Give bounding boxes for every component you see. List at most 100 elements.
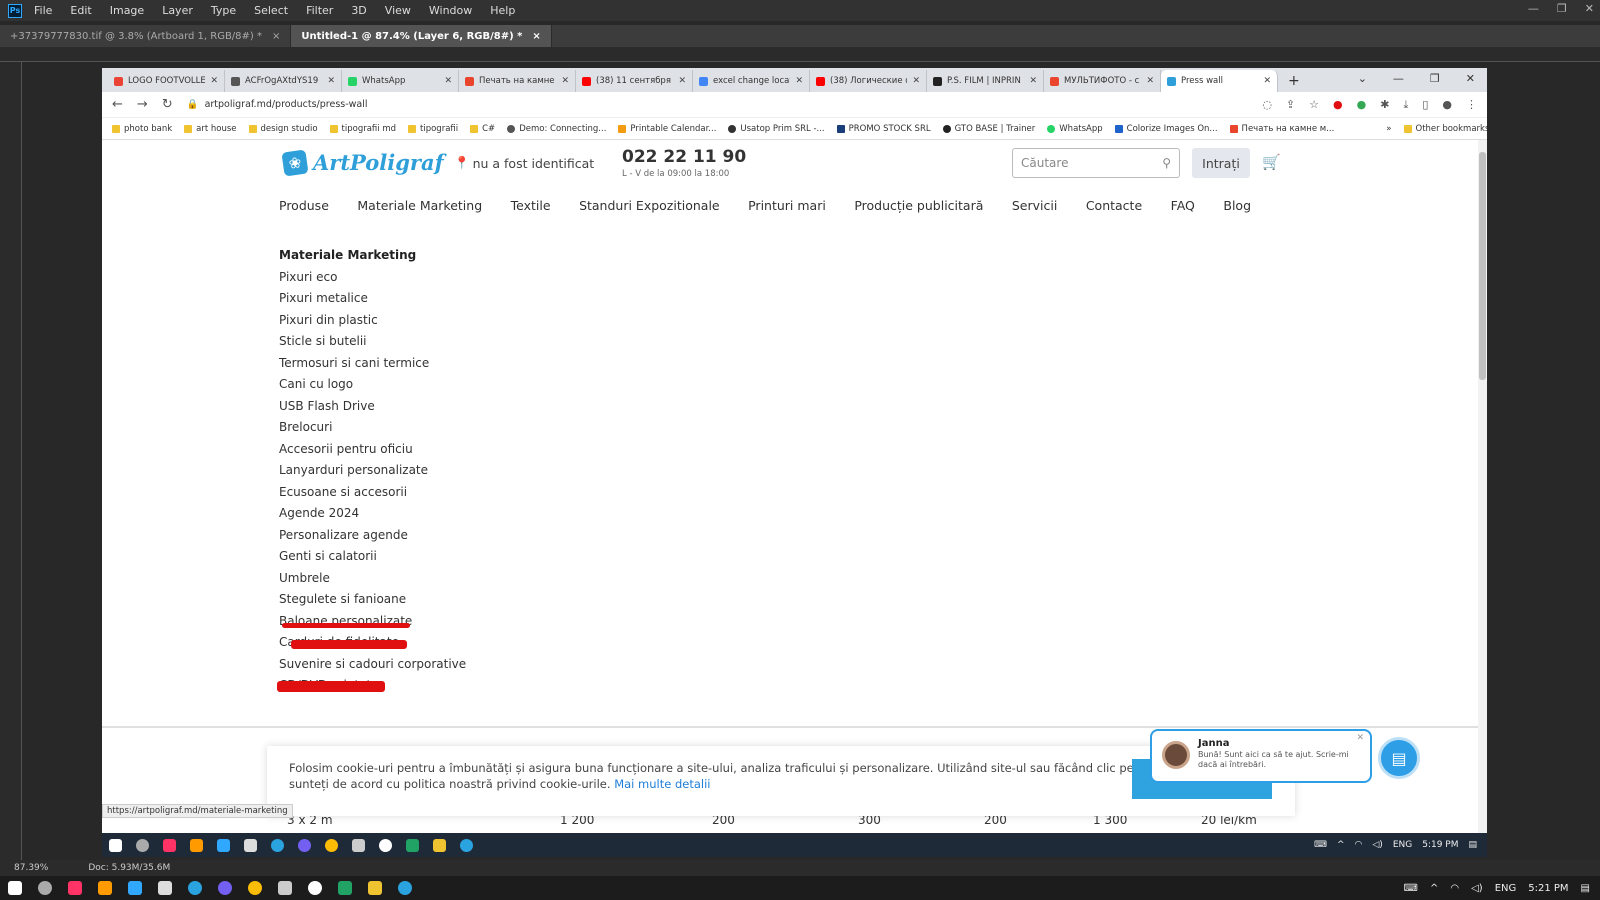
windows-start-icon[interactable] (8, 881, 22, 895)
search-icon[interactable]: ⚲ (1162, 156, 1171, 170)
telegram-icon[interactable] (460, 838, 473, 852)
bookmark[interactable]: tipografii (408, 124, 458, 134)
download-icon[interactable]: ⤓ (1403, 98, 1408, 112)
cart-icon[interactable]: 🛒 (1262, 153, 1281, 171)
login-button[interactable]: Intrați (1192, 148, 1250, 178)
bookmark[interactable]: tipografii md (329, 124, 396, 134)
mega-menu-item[interactable]: Termosuri si cani termice (279, 356, 466, 378)
ps-menu-filter[interactable]: Filter (306, 4, 333, 17)
browser-tab[interactable]: WhatsApp ✕ (342, 70, 459, 92)
nav-blog[interactable]: Blog (1223, 198, 1251, 213)
browser-tab[interactable]: Печать на камне ✕ (459, 70, 576, 92)
close-icon[interactable]: ✕ (327, 76, 335, 86)
scrollbar[interactable] (1478, 140, 1487, 833)
chevron-up-icon[interactable]: ^ (1430, 883, 1438, 894)
more-bookmarks-icon[interactable]: » (1386, 124, 1391, 134)
mega-menu-item[interactable]: USB Flash Drive (279, 399, 466, 421)
notifications-icon[interactable]: ▤ (1581, 883, 1590, 894)
close-icon[interactable]: ✕ (1263, 76, 1271, 86)
telegram-icon[interactable] (188, 881, 202, 895)
language-indicator[interactable]: ENG (1393, 840, 1412, 850)
close-icon[interactable]: ✕ (444, 76, 452, 86)
ps-doc-tab-active[interactable]: Untitled-1 @ 87.4% (Layer 6, RGB/8#) * × (291, 25, 552, 47)
chat-popup[interactable]: Janna Bună! Sunt aici ca să te ajut. Scr… (1150, 729, 1372, 783)
share-icon[interactable]: ⇪ (1286, 98, 1295, 112)
chrome-icon[interactable] (248, 881, 262, 895)
windows-start-icon[interactable] (109, 838, 122, 852)
bookmark[interactable]: art house (184, 124, 237, 134)
mega-menu-item[interactable]: Sticle si butelii (279, 334, 466, 356)
photoshop-icon[interactable] (128, 881, 142, 895)
location-indicator[interactable]: 📍 nu a fost identificat (454, 155, 594, 171)
ps-menu-view[interactable]: View (385, 4, 411, 17)
file-explorer-icon[interactable] (433, 838, 446, 852)
ps-doc-tab[interactable]: +37379777830.tif @ 3.8% (Artboard 1, RGB… (0, 25, 292, 47)
keyboard-icon[interactable]: ⌨ (1314, 840, 1327, 850)
search-icon[interactable] (136, 838, 149, 852)
mega-menu-item[interactable]: Stegulete si fanioane (279, 592, 466, 614)
nav-materiale-marketing[interactable]: Materiale Marketing (357, 198, 482, 213)
new-tab-button[interactable]: + (1278, 70, 1310, 92)
restore-icon[interactable]: ❐ (1430, 72, 1440, 85)
photoshop-icon[interactable] (217, 838, 230, 852)
opera-icon[interactable]: ● (1333, 98, 1343, 112)
browser-tab[interactable]: ACFrOgAXtdYS19 ✕ (225, 70, 342, 92)
close-icon[interactable]: ✕ (1585, 2, 1594, 15)
zoom-level[interactable]: 87.39% (14, 863, 48, 873)
mega-menu-item[interactable]: Pixuri eco (279, 270, 466, 292)
nav-productie-publicitara[interactable]: Producție publicitară (854, 198, 983, 213)
photoshop-logo-icon[interactable]: Ps (8, 3, 22, 18)
language-indicator[interactable]: ENG (1495, 883, 1517, 894)
restore-icon[interactable]: ❐ (1557, 2, 1567, 15)
phone-number[interactable]: 022 22 11 90 (622, 147, 746, 167)
extension-color-icon[interactable]: ● (1357, 98, 1367, 112)
telegram-icon[interactable] (271, 838, 284, 852)
mega-menu-item[interactable]: Cani cu logo (279, 377, 466, 399)
clock[interactable]: 5:21 PM (1528, 883, 1568, 894)
mega-menu-item[interactable]: Brelocuri (279, 420, 466, 442)
excel-icon[interactable] (406, 838, 419, 852)
clock[interactable]: 5:19 PM (1422, 840, 1458, 850)
app-icon[interactable] (158, 881, 172, 895)
illustrator-icon[interactable] (190, 838, 203, 852)
kebab-menu-icon[interactable]: ⋮ (1466, 98, 1477, 112)
excel-icon[interactable] (338, 881, 352, 895)
bookmark[interactable]: Colorize Images On... (1114, 124, 1218, 134)
scrollbar-thumb[interactable] (1479, 152, 1486, 380)
nav-faq[interactable]: FAQ (1171, 198, 1195, 213)
volume-icon[interactable]: ◁) (1471, 883, 1483, 894)
viber-icon[interactable] (218, 881, 232, 895)
close-icon[interactable]: ✕ (1466, 72, 1475, 85)
avatar[interactable]: ● (1442, 98, 1452, 112)
mega-menu-item[interactable]: Genti si calatorii (279, 549, 466, 571)
browser-tab[interactable]: excel change locat ✕ (693, 70, 810, 92)
search-input[interactable]: Căutare ⚲ (1012, 148, 1180, 178)
cookie-more-link[interactable]: Mai multe detalii (614, 777, 710, 791)
close-icon[interactable]: ✕ (1146, 76, 1154, 86)
close-icon[interactable]: ✕ (561, 76, 569, 86)
bookmark[interactable]: design studio (248, 124, 318, 134)
close-icon[interactable]: ✕ (1356, 733, 1364, 743)
address-bar[interactable]: 🔒 artpoligraf.md/products/press-wall (187, 99, 1249, 110)
eye-off-icon[interactable]: ◌ (1262, 98, 1272, 112)
site-logo[interactable]: ❀ ArtPoligraf (281, 148, 444, 177)
bookmark[interactable]: Demo: Connecting... (507, 124, 606, 134)
mega-menu-item[interactable]: Pixuri metalice (279, 291, 466, 313)
app-icon[interactable] (308, 881, 322, 895)
forward-icon[interactable]: → (137, 97, 148, 112)
bookmark[interactable]: Printable Calendar... (618, 124, 716, 134)
close-icon[interactable]: ✕ (678, 76, 686, 86)
mega-menu-item[interactable]: Suvenire si cadouri corporative (279, 657, 466, 679)
browser-tab[interactable]: P.S. FILM | INPRIN ✕ (927, 70, 1044, 92)
chat-bubble-icon[interactable]: ▤ (1378, 737, 1420, 779)
sidepanel-icon[interactable]: ▯ (1422, 98, 1428, 112)
ps-menu-select[interactable]: Select (254, 4, 288, 17)
bookmark[interactable]: C# (470, 124, 495, 134)
volume-icon[interactable]: ◁) (1372, 840, 1382, 850)
indesign-icon[interactable] (68, 881, 82, 895)
ps-menu-type[interactable]: Type (211, 4, 236, 17)
extensions-puzzle-icon[interactable]: ✱ (1380, 98, 1389, 112)
close-icon[interactable]: ✕ (1029, 76, 1037, 86)
mega-menu-item[interactable]: Personalizare agende (279, 528, 466, 550)
file-explorer-icon[interactable] (368, 881, 382, 895)
